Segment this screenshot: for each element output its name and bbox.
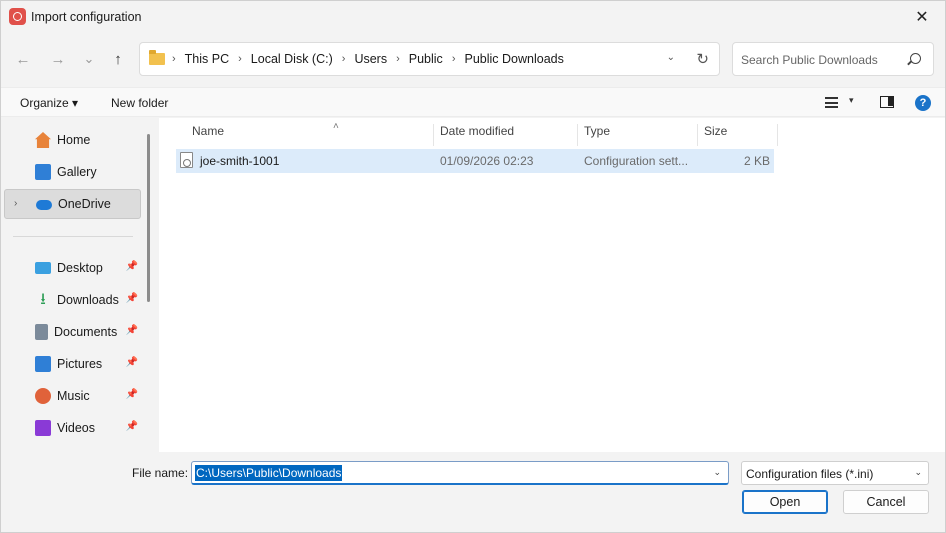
forward-button[interactable]: → <box>44 45 72 73</box>
breadcrumb-separator: › <box>172 53 176 65</box>
breadcrumb-separator[interactable]: › <box>342 53 346 65</box>
search-input[interactable] <box>741 51 906 69</box>
desktop-icon <box>35 262 51 274</box>
close-button[interactable]: ✕ <box>899 1 945 33</box>
pin-icon: 📌 <box>125 293 138 304</box>
address-dropdown-icon[interactable]: ⌄ <box>667 52 675 63</box>
column-header-label: Size <box>704 124 728 138</box>
sidebar-item-home[interactable]: Home <box>4 125 141 155</box>
breadcrumb-separator[interactable]: › <box>452 53 456 65</box>
sidebar-item-pictures[interactable]: Pictures 📌 <box>4 349 141 379</box>
sidebar-item-label: Documents <box>54 325 118 339</box>
column-header-name[interactable]: Name ˄ <box>187 121 434 146</box>
cancel-button[interactable]: Cancel <box>843 490 929 514</box>
chevron-down-icon[interactable]: ⌄ <box>713 467 721 478</box>
app-icon <box>9 8 26 25</box>
sidebar-item-music[interactable]: Music 📌 <box>4 381 141 411</box>
preview-pane-icon[interactable] <box>880 96 894 108</box>
pictures-icon <box>35 356 51 372</box>
pin-icon: 📌 <box>125 357 138 368</box>
pin-icon: 📌 <box>125 421 138 432</box>
cloud-icon <box>36 200 52 210</box>
pin-icon: 📌 <box>125 261 138 272</box>
sort-ascending-icon: ˄ <box>333 121 339 132</box>
folder-icon <box>149 50 165 65</box>
pin-icon: 📌 <box>125 325 138 336</box>
new-folder-button[interactable]: New folder <box>111 96 168 110</box>
sidebar-item-downloads[interactable]: ⭳ Downloads 📌 <box>4 285 141 315</box>
gallery-icon <box>35 164 51 180</box>
dialog-footer: File name: C:\Users\Public\Downloads ⌄ C… <box>1 452 945 532</box>
breadcrumb-public-downloads[interactable]: Public Downloads <box>464 52 563 66</box>
view-options-icon[interactable] <box>825 97 838 108</box>
navigation-pane: Home Gallery › OneDrive Desktop 📌 ⭳ Down… <box>1 118 158 452</box>
sidebar-item-onedrive[interactable]: › OneDrive <box>4 189 141 219</box>
chevron-right-icon[interactable]: › <box>14 198 17 209</box>
music-icon <box>35 388 51 404</box>
file-name-label: File name: <box>132 466 189 480</box>
file-type-select[interactable]: Configuration files (*.ini) ⌄ <box>741 461 929 485</box>
help-icon[interactable]: ? <box>915 95 931 111</box>
download-icon: ⭳ <box>40 291 46 308</box>
file-name-value[interactable]: C:\Users\Public\Downloads <box>195 465 343 481</box>
sidebar-item-label: Videos <box>57 421 95 435</box>
file-list: Name ˄ Date modified Type Size joe-smith… <box>159 118 945 452</box>
sidebar-item-documents[interactable]: Documents 📌 <box>4 317 141 347</box>
address-bar[interactable]: › This PC › Local Disk (C:) › Users › Pu… <box>139 42 720 76</box>
file-size: 2 KB <box>743 154 770 168</box>
breadcrumb-separator[interactable]: › <box>396 53 400 65</box>
command-bar: Organize ▾ New folder ▾ ? <box>1 87 945 117</box>
file-type-value: Configuration files (*.ini) <box>746 467 874 481</box>
organize-button[interactable]: Organize ▾ <box>20 96 78 110</box>
config-file-icon <box>180 152 193 168</box>
sidebar-item-label: Pictures <box>57 357 103 371</box>
refresh-icon[interactable]: ↻ <box>696 50 709 68</box>
breadcrumb-local-disk[interactable]: Local Disk (C:) <box>251 52 333 66</box>
column-header-date-modified[interactable]: Date modified <box>435 124 578 146</box>
file-date-modified: 01/09/2026 02:23 <box>440 154 534 168</box>
document-icon <box>35 324 48 340</box>
sidebar-item-label: Gallery <box>57 165 97 179</box>
sidebar-item-label: Home <box>57 133 91 147</box>
sidebar-item-gallery[interactable]: Gallery <box>4 157 141 187</box>
title-bar: Import configuration ✕ <box>1 1 945 33</box>
column-header-label: Type <box>584 124 611 138</box>
sidebar-item-desktop[interactable]: Desktop 📌 <box>4 253 141 283</box>
pin-icon: 📌 <box>125 389 138 400</box>
sidebar-divider <box>13 236 133 237</box>
sidebar-item-label: Downloads <box>57 293 119 307</box>
file-type: Configuration sett... <box>584 154 689 168</box>
column-header-size[interactable]: Size <box>699 124 778 146</box>
file-name: joe-smith-1001 <box>200 154 280 168</box>
video-icon <box>35 420 51 436</box>
view-dropdown-icon[interactable]: ▾ <box>849 95 854 106</box>
open-button[interactable]: Open <box>742 490 828 514</box>
column-header-label: Name <box>192 124 225 138</box>
chevron-down-icon[interactable]: ⌄ <box>914 467 922 478</box>
back-button[interactable]: ← <box>9 45 37 73</box>
column-header-type[interactable]: Type <box>579 124 698 146</box>
breadcrumb-users[interactable]: Users <box>354 52 387 66</box>
breadcrumb-separator[interactable]: › <box>238 53 242 65</box>
column-header-label: Date modified <box>440 124 515 138</box>
breadcrumb-this-pc[interactable]: This PC <box>185 52 229 66</box>
breadcrumb: › This PC › Local Disk (C:) › Users › Pu… <box>172 52 564 66</box>
search-icon[interactable] <box>910 53 921 64</box>
sidebar-item-label: Desktop <box>57 261 103 275</box>
home-icon <box>35 132 51 148</box>
search-box[interactable] <box>732 42 934 76</box>
sidebar-item-videos[interactable]: Videos 📌 <box>4 413 141 443</box>
import-configuration-dialog: Import configuration ✕ ← → ⌄ ↑ › This PC… <box>0 0 946 533</box>
file-name-input[interactable]: C:\Users\Public\Downloads ⌄ <box>191 461 729 485</box>
content-scrollbar[interactable] <box>935 118 945 452</box>
sidebar-item-label: OneDrive <box>58 197 111 211</box>
sidebar-item-label: Music <box>57 389 90 403</box>
table-row[interactable]: joe-smith-1001 01/09/2026 02:23 Configur… <box>176 149 774 173</box>
sidebar-scrollbar[interactable] <box>147 134 150 302</box>
breadcrumb-public[interactable]: Public <box>409 52 443 66</box>
up-button[interactable]: ↑ <box>104 45 132 73</box>
window-title: Import configuration <box>31 10 142 24</box>
recent-locations-button[interactable]: ⌄ <box>75 45 103 73</box>
